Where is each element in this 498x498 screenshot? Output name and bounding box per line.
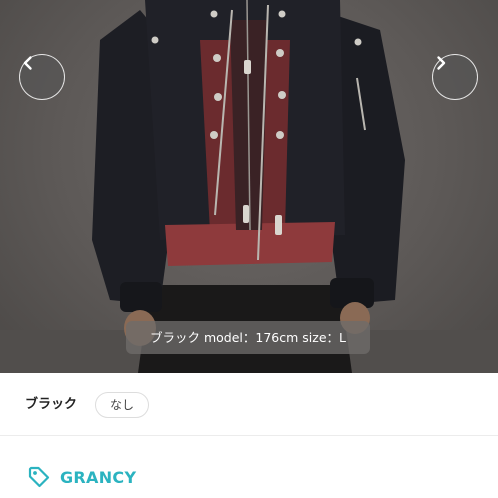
color-option-row: ブラック なし	[0, 373, 498, 436]
product-image	[0, 0, 498, 373]
carousel-next-button[interactable]	[432, 54, 478, 100]
product-photo: ブラック model：176cm size：L	[0, 0, 498, 373]
chevron-left-icon	[23, 56, 32, 70]
brand-link[interactable]: GRANCY	[27, 462, 136, 492]
tag-icon	[28, 466, 50, 488]
image-caption: ブラック model：176cm size：L	[126, 321, 370, 354]
brand-name: GRANCY	[60, 467, 137, 487]
chevron-right-icon	[437, 56, 446, 70]
color-label: ブラック	[25, 397, 78, 412]
size-chip[interactable]: なし	[95, 392, 150, 418]
carousel-prev-button[interactable]	[19, 54, 65, 100]
